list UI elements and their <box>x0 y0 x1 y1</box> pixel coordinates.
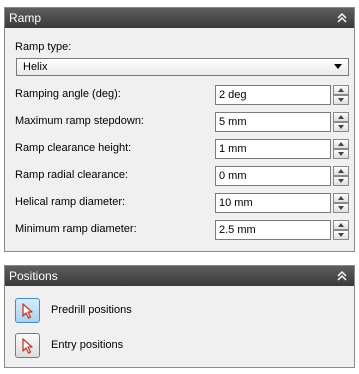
spin-up-button[interactable] <box>333 193 349 203</box>
min-ramp-diameter-label: Minimum ramp diameter: <box>15 223 137 235</box>
max-ramp-stepdown-spinner[interactable] <box>333 112 349 132</box>
spin-up-button[interactable] <box>333 139 349 149</box>
ramp-radial-clearance-value: 0 mm <box>219 170 247 182</box>
arrow-down-icon <box>338 98 344 102</box>
arrow-up-icon <box>338 115 344 119</box>
positions-panel: Positions Predrill positions Entry posit… <box>4 265 355 368</box>
ramp-clearance-height-spinner[interactable] <box>333 139 349 159</box>
collapse-chevron-icon[interactable] <box>335 269 349 283</box>
arrow-down-icon <box>338 233 344 237</box>
positions-panel-header[interactable]: Positions <box>5 266 354 286</box>
arrow-up-icon <box>338 88 344 92</box>
min-ramp-diameter-spinner[interactable] <box>333 220 349 240</box>
ramp-panel: Ramp Ramp type: Helix Ramping angle (deg… <box>4 7 355 252</box>
ramping-angle-spinner[interactable] <box>333 85 349 105</box>
arrow-up-icon <box>338 142 344 146</box>
ramping-angle-label: Ramping angle (deg): <box>15 88 121 100</box>
spin-up-button[interactable] <box>333 85 349 95</box>
ramp-panel-header[interactable]: Ramp <box>5 8 354 28</box>
ramp-clearance-height-value: 1 mm <box>219 143 247 155</box>
ramping-angle-row: Ramping angle (deg): 2 deg <box>15 85 349 105</box>
min-ramp-diameter-value: 2.5 mm <box>219 224 256 236</box>
arrow-down-icon <box>338 206 344 210</box>
max-ramp-stepdown-label: Maximum ramp stepdown: <box>15 115 144 127</box>
ramp-panel-title: Ramp <box>9 11 42 25</box>
helical-ramp-diameter-spinner[interactable] <box>333 193 349 213</box>
ramp-type-select[interactable]: Helix <box>16 58 349 76</box>
predrill-positions-button[interactable] <box>15 298 40 323</box>
ramp-clearance-height-input[interactable]: 1 mm <box>215 139 331 159</box>
spin-down-button[interactable] <box>333 149 349 159</box>
helical-ramp-diameter-row: Helical ramp diameter: 10 mm <box>15 193 349 213</box>
arrow-down-icon <box>338 125 344 129</box>
ramp-clearance-height-row: Ramp clearance height: 1 mm <box>15 139 349 159</box>
entry-positions-button[interactable] <box>15 333 40 358</box>
max-ramp-stepdown-row: Maximum ramp stepdown: 5 mm <box>15 112 349 132</box>
entry-positions-label: Entry positions <box>51 339 124 351</box>
spin-down-button[interactable] <box>333 122 349 132</box>
pointer-select-icon <box>22 338 33 354</box>
ramp-radial-clearance-label: Ramp radial clearance: <box>15 169 129 181</box>
pointer-select-icon <box>22 303 33 319</box>
arrow-up-icon <box>338 169 344 173</box>
spin-up-button[interactable] <box>333 112 349 122</box>
helical-ramp-diameter-label: Helical ramp diameter: <box>15 196 126 208</box>
max-ramp-stepdown-value: 5 mm <box>219 116 247 128</box>
collapse-chevron-icon[interactable] <box>335 11 349 25</box>
ramp-type-value: Helix <box>23 61 48 73</box>
ramp-radial-clearance-input[interactable]: 0 mm <box>215 166 331 186</box>
ramping-angle-input[interactable]: 2 deg <box>215 85 331 105</box>
arrow-down-icon <box>338 152 344 156</box>
arrow-up-icon <box>338 196 344 200</box>
ramp-radial-clearance-row: Ramp radial clearance: 0 mm <box>15 166 349 186</box>
spin-down-button[interactable] <box>333 230 349 240</box>
spin-down-button[interactable] <box>333 176 349 186</box>
min-ramp-diameter-input[interactable]: 2.5 mm <box>215 220 331 240</box>
spin-up-button[interactable] <box>333 166 349 176</box>
spin-up-button[interactable] <box>333 220 349 230</box>
ramp-clearance-height-label: Ramp clearance height: <box>15 142 132 154</box>
ramp-type-label: Ramp type: <box>15 41 72 53</box>
dropdown-arrow-icon <box>334 64 342 69</box>
helical-ramp-diameter-input[interactable]: 10 mm <box>215 193 331 213</box>
min-ramp-diameter-row: Minimum ramp diameter: 2.5 mm <box>15 220 349 240</box>
ramping-angle-value: 2 deg <box>219 89 247 101</box>
predrill-positions-label: Predrill positions <box>51 304 132 316</box>
max-ramp-stepdown-input[interactable]: 5 mm <box>215 112 331 132</box>
spin-down-button[interactable] <box>333 95 349 105</box>
arrow-down-icon <box>338 179 344 183</box>
positions-panel-title: Positions <box>9 269 58 283</box>
helical-ramp-diameter-value: 10 mm <box>219 197 253 209</box>
ramp-radial-clearance-spinner[interactable] <box>333 166 349 186</box>
arrow-up-icon <box>338 223 344 227</box>
spin-down-button[interactable] <box>333 203 349 213</box>
